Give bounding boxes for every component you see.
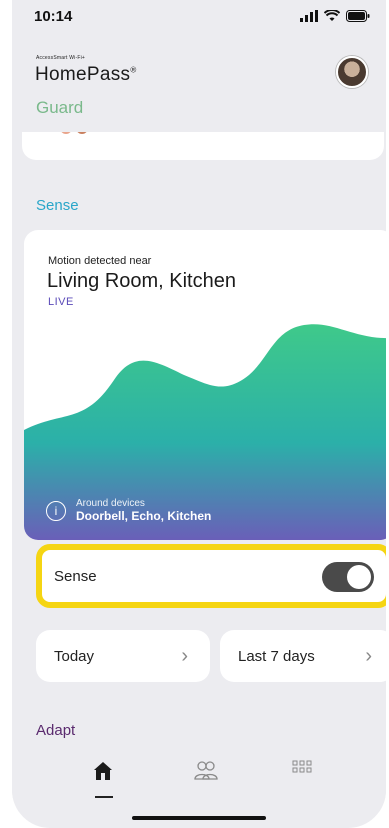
status-icons [300, 10, 370, 22]
grid-icon[interactable] [292, 760, 312, 780]
around-devices-row[interactable]: i Around devices Doorbell, Echo, Kitchen [46, 498, 211, 523]
status-time: 10:14 [34, 8, 73, 25]
sense-toggle-row: Sense [36, 544, 386, 608]
adapt-section-title: Adapt [36, 722, 76, 739]
sense-toggle-switch[interactable] [322, 562, 374, 592]
info-icon: i [46, 500, 66, 521]
brand-tagline: AccessSmart Wi-Fi+ [36, 55, 86, 61]
user-avatar[interactable] [336, 56, 368, 88]
people-icon[interactable] [194, 760, 218, 782]
home-gesture-bar[interactable] [132, 816, 266, 820]
last-7-days-button[interactable]: Last 7 days › [220, 630, 386, 682]
wifi-icon [324, 10, 340, 21]
toggle-knob [347, 565, 371, 589]
last-7-days-label: Last 7 days [238, 647, 315, 665]
phone-screen: 10:14 AccessSmart Wi-Fi+ HomePass® Guard [12, 0, 386, 828]
home-tab-indicator [95, 796, 113, 798]
live-badge: LIVE [48, 296, 74, 308]
bottom-tab-bar [12, 752, 386, 812]
chevron-right-icon: › [181, 645, 188, 667]
today-button[interactable]: Today › [36, 630, 210, 682]
motion-rooms: Living Room, Kitchen [47, 270, 236, 292]
sense-section-title: Sense [36, 197, 79, 214]
motion-label: Motion detected near [48, 255, 152, 267]
home-icon[interactable] [92, 760, 114, 782]
brand-title: HomePass® [35, 64, 137, 85]
status-bar: 10:14 [12, 0, 386, 40]
around-label: Around devices [76, 498, 145, 509]
chevron-right-icon: › [365, 645, 372, 667]
guard-section-title[interactable]: Guard [36, 98, 83, 118]
sense-toggle-label: Sense [54, 568, 97, 585]
battery-icon [346, 10, 370, 22]
app-header: AccessSmart Wi-Fi+ HomePass® Guard [12, 40, 386, 132]
around-devices: Doorbell, Echo, Kitchen [76, 509, 212, 523]
sense-motion-card[interactable]: Motion detected near Living Room, Kitche… [24, 230, 386, 540]
today-label: Today [54, 647, 95, 665]
cellular-signal-icon [300, 10, 318, 22]
